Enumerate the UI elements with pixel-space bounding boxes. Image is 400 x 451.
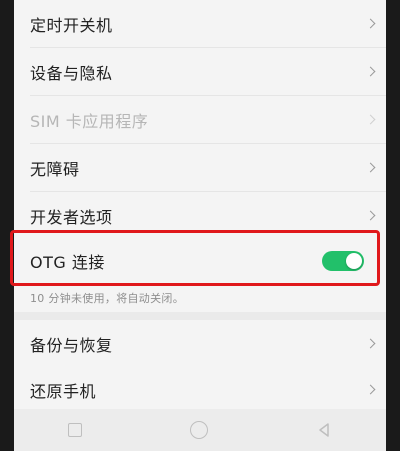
chevron-right-icon <box>365 210 376 221</box>
chevron-right-icon <box>365 18 376 29</box>
settings-item-backup-restore[interactable]: 备份与恢复 <box>14 320 386 367</box>
settings-item-scheduled-power[interactable]: 定时开关机 <box>14 0 386 47</box>
triangle-back-icon[interactable] <box>316 422 332 438</box>
chevron-right-icon <box>365 384 376 395</box>
settings-item-label: SIM 卡应用程序 <box>30 111 149 131</box>
chevron-right-icon <box>365 162 376 173</box>
chevron-right-icon <box>365 66 376 77</box>
circle-icon[interactable] <box>190 421 208 439</box>
square-icon[interactable] <box>68 423 82 437</box>
chevron-right-icon <box>365 114 376 125</box>
settings-item-device-privacy[interactable]: 设备与隐私 <box>14 48 386 95</box>
chevron-right-icon <box>365 338 376 349</box>
settings-item-label: 无障碍 <box>30 159 80 179</box>
settings-screen: 定时开关机 设备与隐私 SIM 卡应用程序 无障碍 开发者选项 OTG 连接 1… <box>14 0 386 451</box>
settings-item-label: 开发者选项 <box>30 207 113 227</box>
settings-item-label: 备份与恢复 <box>30 335 113 355</box>
settings-item-accessibility[interactable]: 无障碍 <box>14 144 386 191</box>
otg-description: 10 分钟未使用，将自动关闭。 <box>30 292 184 305</box>
highlight-box <box>10 230 380 286</box>
settings-item-label: 还原手机 <box>30 381 97 401</box>
navigation-bar <box>14 409 386 451</box>
settings-item-reset-phone[interactable]: 还原手机 <box>14 366 386 413</box>
settings-item-label: 定时开关机 <box>30 15 113 35</box>
settings-item-label: 设备与隐私 <box>30 63 113 83</box>
settings-item-sim-apps: SIM 卡应用程序 <box>14 96 386 143</box>
